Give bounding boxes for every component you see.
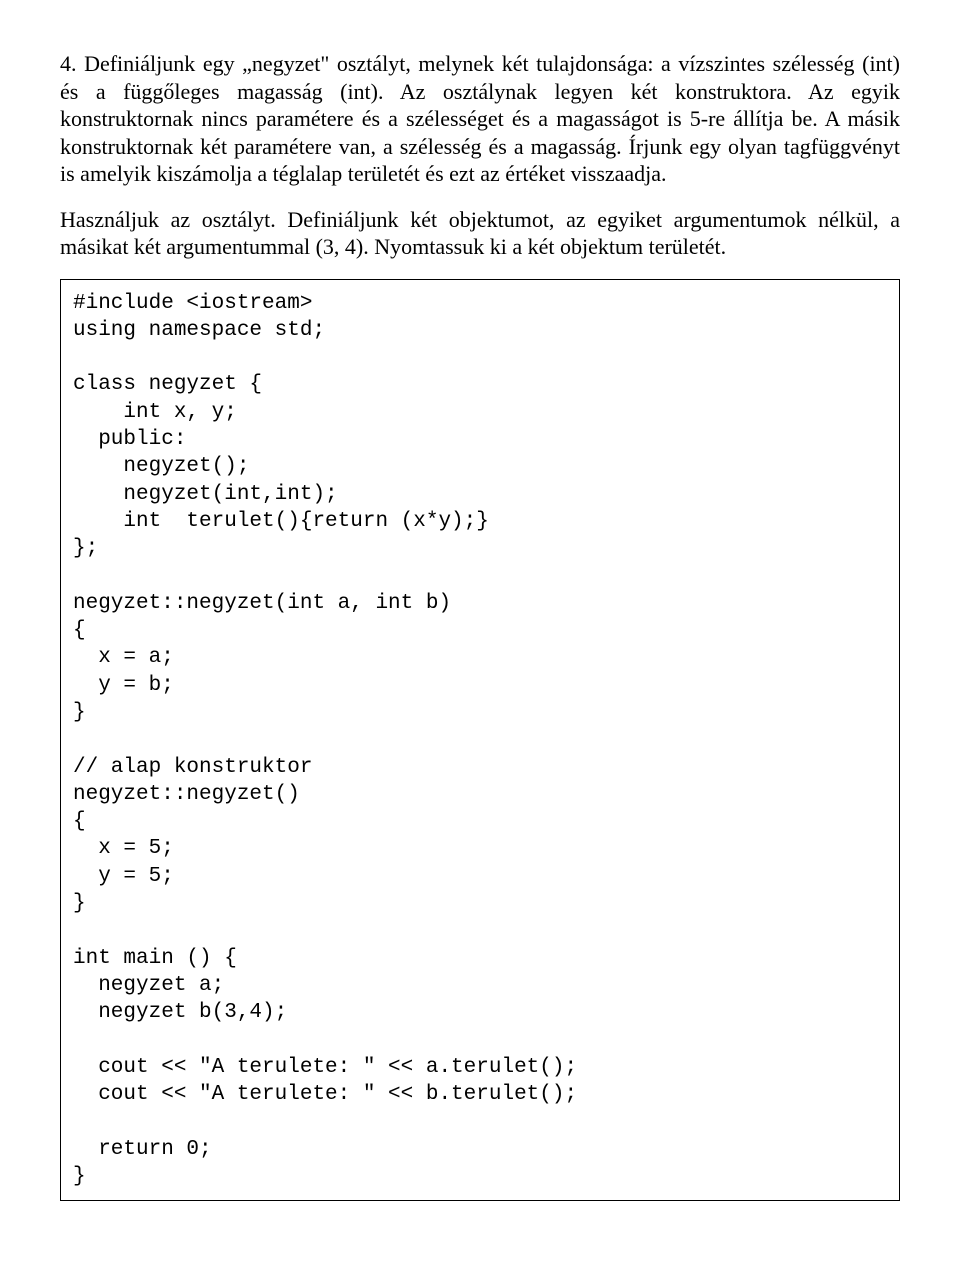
code-block: #include <iostream> using namespace std;…: [60, 279, 900, 1202]
exercise-paragraph-1: 4. Definiáljunk egy „negyzet" osztályt, …: [60, 50, 900, 188]
exercise-paragraph-2: Használjuk az osztályt. Definiáljunk két…: [60, 206, 900, 261]
